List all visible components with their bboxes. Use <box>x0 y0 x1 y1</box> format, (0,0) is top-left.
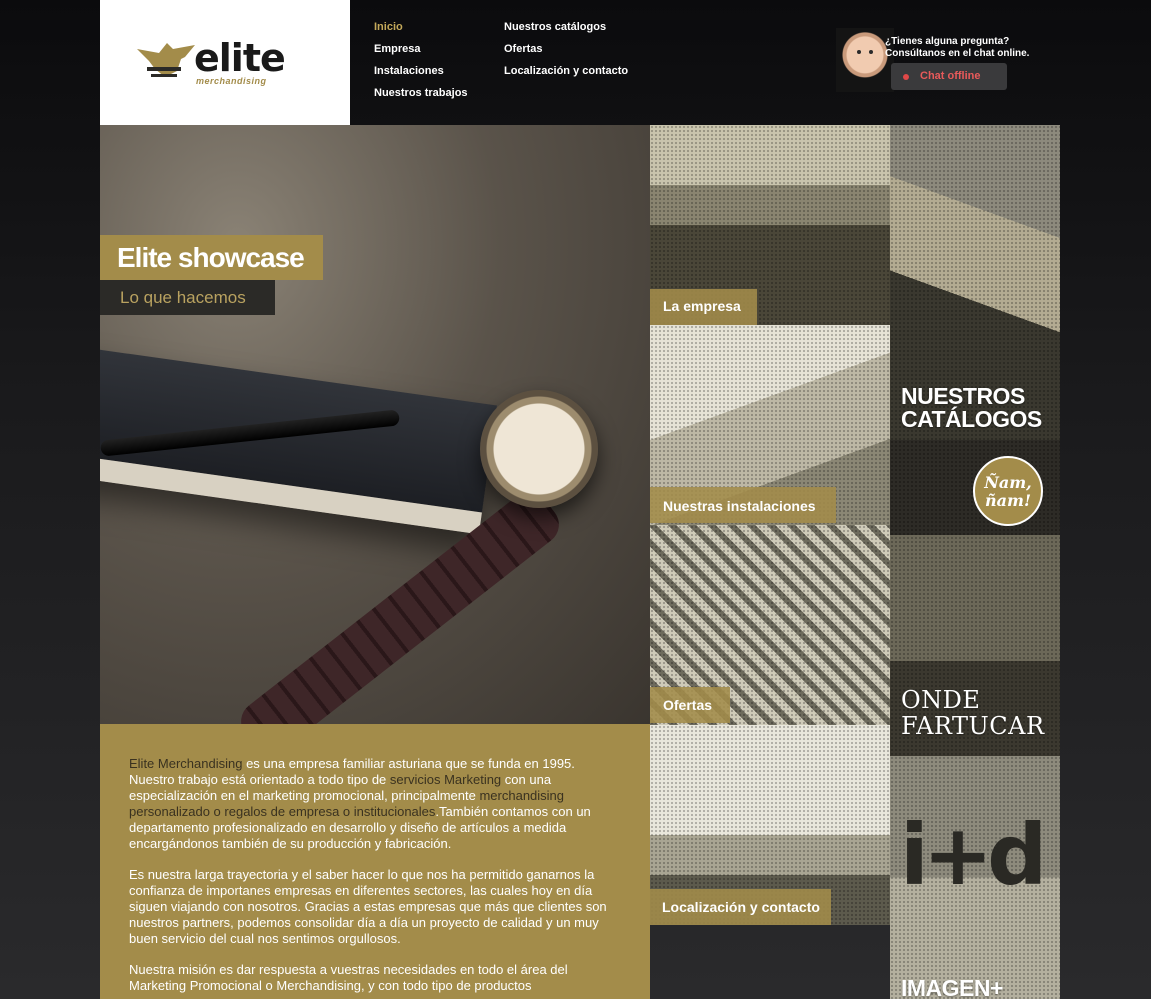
tile-onde-fartucar[interactable]: Ñam, ñam! ONDE FARTUCAR <box>890 440 1060 756</box>
chat-status-button[interactable]: Chat offline <box>891 63 1007 90</box>
tile-nuestros-catalogos[interactable]: NUESTROS CATÁLOGOS <box>890 125 1060 440</box>
badge-line: Ñam, <box>984 473 1032 492</box>
badge-line: ñam! <box>985 491 1031 510</box>
tile-la-empresa[interactable]: La empresa <box>650 125 890 325</box>
site-header: elite merchandising Inicio Empresa Insta… <box>100 0 1060 125</box>
nav-item-localizacion-contacto[interactable]: Localización y contacto <box>504 60 628 82</box>
logo-wordmark: elite <box>194 36 286 80</box>
tile-localizacion-contacto[interactable]: Localización y contacto <box>650 725 890 925</box>
chat-prompt: ¿Tienes alguna pregunta? Consúltanos en … <box>885 36 1029 60</box>
chat-status-label: Chat offline <box>920 70 981 82</box>
nav-item-nuestros-catalogos[interactable]: Nuestros catálogos <box>504 16 628 38</box>
intro-text: Elite Merchandising es una empresa famil… <box>100 724 650 999</box>
intro-paragraph: Elite Merchandising es una empresa famil… <box>129 756 620 852</box>
eye-icon <box>857 50 861 54</box>
nav-item-nuestros-trabajos[interactable]: Nuestros trabajos <box>374 82 468 104</box>
nav-item-inicio[interactable]: Inicio <box>374 16 468 38</box>
tile-label-empresa: La empresa <box>663 298 741 314</box>
watch-image <box>480 390 598 508</box>
link-elite-merchandising[interactable]: Elite Merchandising <box>129 756 242 771</box>
intro-paragraph: Nuestra misión es dar respuesta a vuestr… <box>129 962 568 993</box>
eye-icon <box>869 50 873 54</box>
hero-subtitle: Lo que hacemos <box>100 280 275 315</box>
tile-label-localizacion: Localización y contacto <box>662 899 820 915</box>
logo-tagline: merchandising <box>196 76 267 86</box>
chat-question: ¿Tienes alguna pregunta? <box>885 36 1010 47</box>
logo[interactable]: elite merchandising <box>100 0 350 125</box>
nav-item-ofertas[interactable]: Ofertas <box>504 38 628 60</box>
main-nav-col-2: Nuestros catálogos Ofertas Localización … <box>504 16 628 82</box>
nam-nam-badge: Ñam, ñam! <box>973 456 1043 526</box>
tile-label-fartucar: FARTUCAR <box>901 712 1045 740</box>
tile-nuestras-instalaciones[interactable]: Nuestras instalaciones <box>650 325 890 525</box>
chat-hint: Consúltanos en el chat online. <box>885 48 1030 59</box>
link-servicios-marketing[interactable]: servicios Marketing <box>390 772 501 787</box>
tile-label-ofertas: Ofertas <box>663 697 713 713</box>
tile-label-catalogos-line1: NUESTROS <box>901 383 1025 409</box>
intro-paragraph: Es nuestra larga trayectoria y el saber … <box>129 867 607 946</box>
eagle-wing-icon <box>137 43 195 77</box>
nav-item-instalaciones[interactable]: Instalaciones <box>374 60 468 82</box>
tile-label-catalogos-line2: CATÁLOGOS <box>901 406 1042 432</box>
id-artwork: i+d <box>900 806 1047 904</box>
tile-label-imagen: IMAGEN+ <box>901 975 1003 999</box>
tile-label-instalaciones: Nuestras instalaciones <box>663 498 816 514</box>
hero-title: Elite showcase <box>100 235 323 280</box>
tile-label-onde: ONDE <box>901 686 981 714</box>
offline-dot-icon <box>903 74 909 80</box>
nav-item-empresa[interactable]: Empresa <box>374 38 468 60</box>
tile-ofertas[interactable]: Ofertas <box>650 525 890 725</box>
chat-widget: ¿Tienes alguna pregunta? Consúltanos en … <box>836 28 1029 92</box>
tile-imagen-id[interactable]: i+d IMAGEN+ <box>890 756 1060 999</box>
main-nav-col-1: Inicio Empresa Instalaciones Nuestros tr… <box>374 16 468 104</box>
hero-image: Elite showcase Lo que hacemos <box>100 125 650 724</box>
